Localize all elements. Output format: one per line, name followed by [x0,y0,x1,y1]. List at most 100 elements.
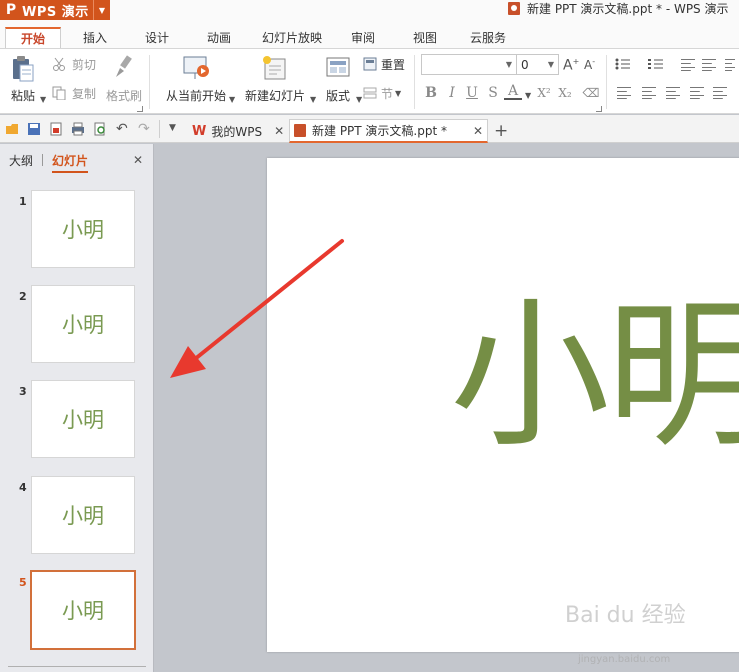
tab-slideshow[interactable]: 幻灯片放映 [256,27,328,48]
slide-editor-area: 小明 [155,144,739,672]
cut-button[interactable]: 剪切 [52,56,96,72]
chevron-down-icon[interactable]: ▼ [356,95,362,104]
bullet-list-button[interactable] [615,58,637,70]
copy-icon [52,86,66,100]
chevron-down-icon[interactable]: ▼ [544,55,558,74]
customize-toolbar-icon[interactable]: ▼ [169,123,176,133]
slide-thumbnail[interactable]: 小明 [31,190,135,268]
shrink-font-icon: A- [584,57,596,72]
subscript-button[interactable]: X₂ [555,84,575,102]
font-dialog-launcher[interactable] [596,106,602,112]
bold-button[interactable]: B [422,84,440,102]
strikethrough-button[interactable]: S [484,84,502,102]
close-icon[interactable]: ✕ [274,124,284,138]
ribbon-separator [414,55,415,109]
print-icon[interactable] [71,122,85,136]
brush-icon [116,55,132,77]
open-folder-icon[interactable] [5,122,19,136]
tab-review[interactable]: 审阅 [340,27,386,48]
chevron-down-icon[interactable]: ▼ [525,91,531,100]
reset-button[interactable]: 重置 [363,56,405,72]
underline-button[interactable]: U [463,84,481,102]
font-size-field[interactable]: 0 ▼ [516,54,559,75]
wps-home-icon: W [192,123,207,139]
copy-button[interactable]: 复制 [52,85,96,101]
chevron-down-icon[interactable]: ▼ [502,55,516,74]
tab-animation[interactable]: 动画 [196,27,242,48]
clipboard-dialog-launcher[interactable] [137,106,143,112]
slides-panel: 大纲 幻灯片 ✕ 1 小明 2 小明 3 小明 4 小明 5 小明 [0,144,154,672]
slide-number: 4 [19,481,27,494]
grow-font-button[interactable]: A+ [563,57,579,74]
bullet-list-icon [615,58,630,70]
align-right-icon[interactable] [666,87,680,99]
numbered-list-button[interactable] [648,58,670,70]
watermark-text: Bai du 经验 [565,603,686,628]
shrink-font-button[interactable]: A- [584,57,595,72]
save-icon[interactable] [27,122,41,136]
reset-label: 重置 [381,57,406,72]
tab-insert[interactable]: 插入 [72,27,118,48]
tab-view[interactable]: 视图 [402,27,448,48]
slide-thumbnail-selected[interactable]: 小明 [30,570,136,650]
clear-format-button[interactable]: ⌫ [582,84,600,102]
slide-canvas[interactable]: 小明 [267,158,739,652]
presentation-file-icon [294,124,306,137]
chevron-down-icon[interactable]: ▼ [310,95,316,104]
superscript-button[interactable]: X² [532,84,556,102]
chevron-down-icon[interactable]: ▼ [93,0,110,20]
tab-home[interactable]: 开始 [5,27,61,48]
slide-thumbnail-text: 小明 [62,504,104,528]
export-pdf-icon[interactable] [49,122,63,136]
doc-tab-presentation[interactable]: 新建 PPT 演示文稿.ppt * ✕ [289,119,488,143]
tab-design[interactable]: 设计 [134,27,180,48]
tab-cloud-service[interactable]: 云服务 [462,27,514,48]
print-preview-icon[interactable] [93,122,107,136]
copy-label: 复制 [72,86,97,101]
new-slide-button[interactable]: 新建幻灯片 ▼ [240,55,316,111]
window-title: 新建 PPT 演示文稿.ppt * - WPS 演示 [508,0,729,16]
chevron-down-icon[interactable]: ▼ [395,89,401,98]
close-icon[interactable]: ✕ [473,124,483,138]
close-icon[interactable]: ✕ [133,153,143,167]
font-name-field[interactable]: ▼ [421,54,517,75]
slide-thumbnail[interactable]: 小明 [31,476,135,554]
title-bar: P WPS 演示 ▼ 新建 PPT 演示文稿.ppt * - WPS 演示 [0,0,739,24]
italic-button[interactable]: I [443,84,461,102]
new-slide-icon [263,56,286,80]
slide-title-text[interactable]: 小明 [450,296,739,456]
line-spacing-icon[interactable] [725,59,735,71]
undo-icon[interactable]: ↶ [116,121,128,137]
decrease-indent-icon[interactable] [681,59,695,71]
scissors-icon [53,57,65,71]
tab-slides[interactable]: 幻灯片 [52,152,89,173]
align-center-icon[interactable] [642,87,656,99]
slide-thumbnail-text: 小明 [62,408,104,432]
align-left-icon[interactable] [617,87,631,99]
play-from-current-label: 从当前开始 [165,89,226,103]
layout-button[interactable]: 版式 ▼ [320,55,362,111]
paste-button[interactable]: 粘贴 ▼ [8,55,46,111]
chevron-down-icon[interactable]: ▼ [40,95,46,104]
tab-outline[interactable]: 大纲 [9,152,33,169]
presentation-file-icon [508,1,520,15]
slide-thumbnail-text: 小明 [62,218,104,242]
increase-indent-icon[interactable] [702,59,716,71]
justify-icon[interactable] [690,87,704,99]
ribbon: 粘贴 ▼ 剪切 复制 格式刷 从当前开始 ▼ 新建幻灯片 ▼ 版式 ▼ 重置 节… [0,48,739,149]
section-button[interactable]: 节 ▼ [363,85,401,101]
new-tab-icon[interactable]: + [494,121,508,141]
doc-tab-my-wps[interactable]: W 我的WPS ✕ [186,119,286,143]
play-from-current-button[interactable]: 从当前开始 ▼ [160,55,235,111]
distributed-align-icon[interactable] [713,87,727,99]
chevron-down-icon[interactable]: ▼ [229,95,235,104]
format-painter-button[interactable]: 格式刷 [104,55,144,111]
section-icon [363,87,377,99]
redo-icon[interactable]: ↷ [138,121,150,137]
font-color-button[interactable]: A [504,83,522,100]
slide-thumbnail[interactable]: 小明 [31,380,135,458]
paste-label: 粘贴 [10,89,35,103]
slide-thumbnail[interactable]: 小明 [31,285,135,363]
app-menu-button[interactable]: P WPS 演示 ▼ [0,0,110,20]
ribbon-separator [606,55,607,109]
